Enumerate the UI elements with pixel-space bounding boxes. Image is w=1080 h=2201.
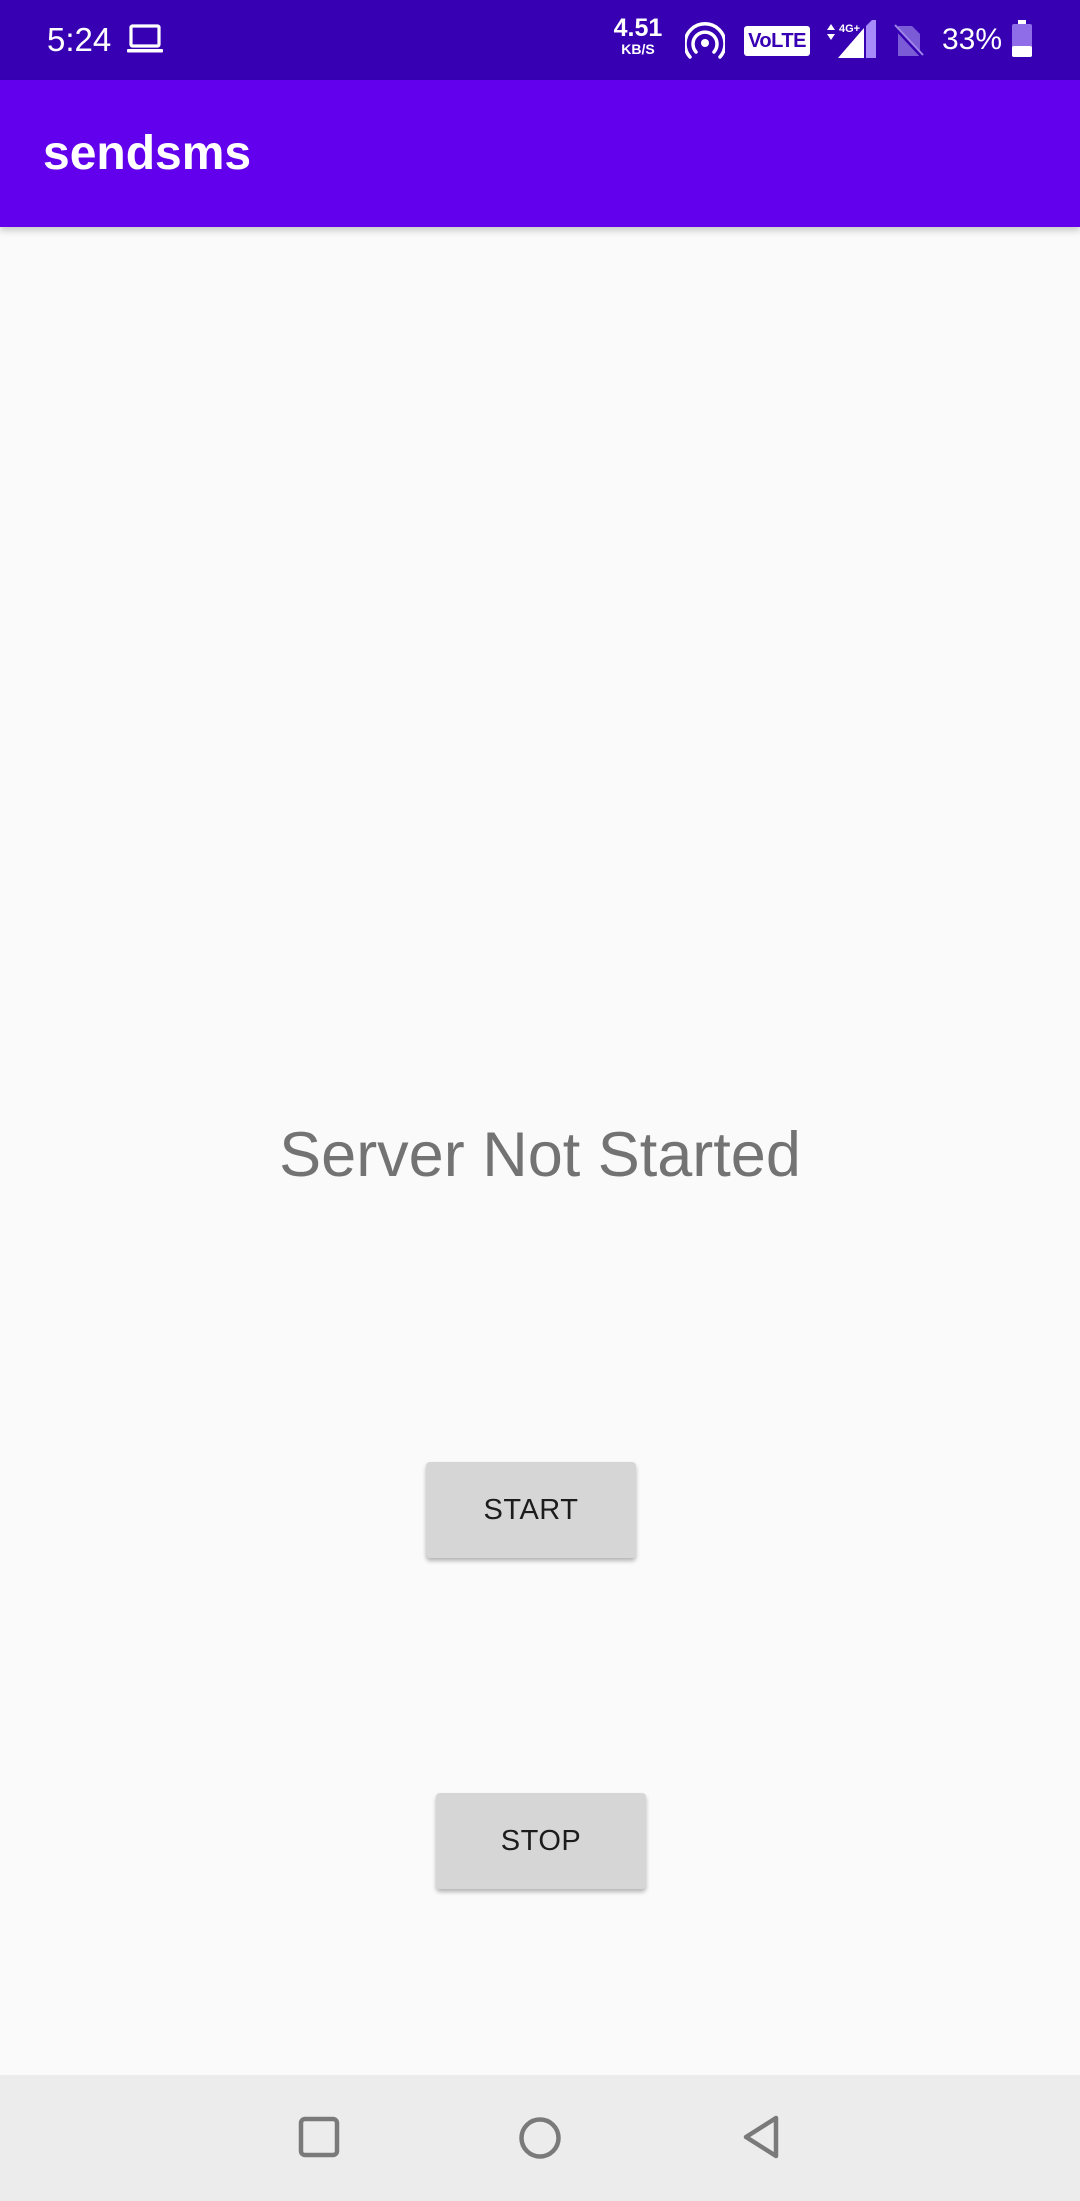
- start-button[interactable]: START: [426, 1462, 636, 1558]
- status-time: 5:24: [47, 21, 112, 58]
- app-title: sendsms: [43, 127, 252, 180]
- hotspot-icon: [683, 22, 727, 65]
- no-sim-icon: [892, 24, 924, 63]
- laptop-icon: [126, 22, 164, 61]
- home-icon[interactable]: [518, 2116, 562, 2165]
- recents-icon[interactable]: [298, 2116, 340, 2163]
- server-status-text: Server Not Started: [279, 1120, 801, 1190]
- signal-icon: 4G+: [824, 16, 880, 65]
- network-speed: 4.51 KB/S: [610, 14, 666, 57]
- navigation-bar: [0, 2075, 1080, 2201]
- network-speed-unit: KB/S: [621, 41, 655, 57]
- status-bar: 5:24 4.51 KB/S VoLTE 4G+ 33%: [0, 0, 1080, 80]
- network-type-label: 4G+: [839, 23, 860, 35]
- volte-icon: VoLTE: [744, 26, 810, 56]
- stop-button[interactable]: STOP: [436, 1793, 646, 1889]
- network-speed-value: 4.51: [613, 14, 663, 42]
- battery-icon: [1011, 20, 1033, 63]
- app-bar: sendsms: [0, 80, 1080, 227]
- battery-percent: 33%: [942, 23, 1003, 56]
- back-icon[interactable]: [740, 2114, 782, 2165]
